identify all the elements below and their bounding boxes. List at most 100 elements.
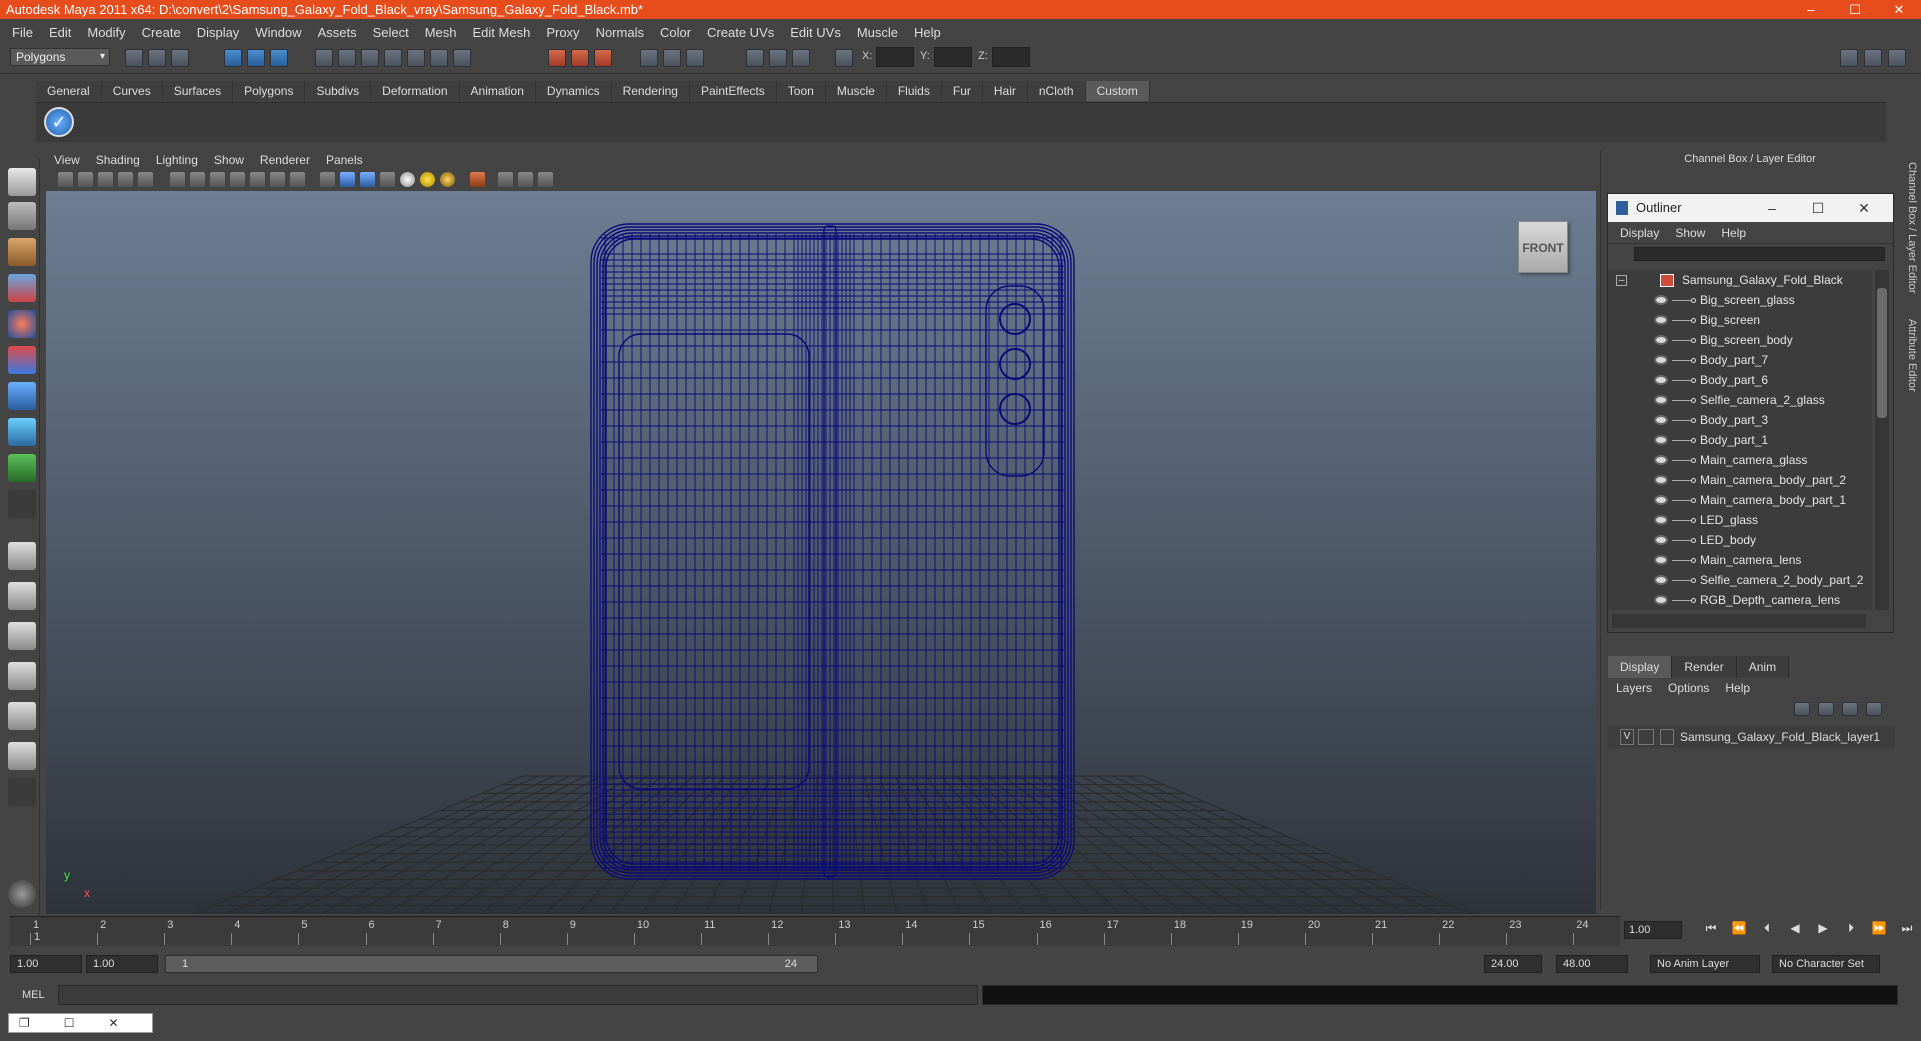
grease-pencil-icon[interactable] [138, 172, 153, 187]
close-icon[interactable]: ✕ [109, 1016, 119, 1030]
go-to-end-icon[interactable]: ⏭ [1896, 921, 1918, 939]
menu-assets[interactable]: Assets [310, 25, 365, 40]
soft-mod-icon[interactable] [8, 418, 36, 446]
y-field[interactable] [934, 47, 972, 67]
outliner-item[interactable]: Big_screen_body [1608, 330, 1872, 350]
shelf-tab-general[interactable]: General [36, 81, 102, 101]
menu-color[interactable]: Color [652, 25, 699, 40]
field-chart-icon[interactable] [250, 172, 265, 187]
mel-label[interactable]: MEL [22, 989, 45, 1001]
snap-surface-icon[interactable] [407, 49, 425, 67]
outliner-item[interactable]: Main_camera_lens [1608, 550, 1872, 570]
outliner-item[interactable]: Main_camera_glass [1608, 450, 1872, 470]
xray-joints-icon[interactable] [518, 172, 533, 187]
shelf-tab-custom[interactable]: Custom [1085, 81, 1150, 101]
shelf-tab-rendering[interactable]: Rendering [611, 81, 690, 101]
panel-menu-shading[interactable]: Shading [88, 150, 148, 170]
select-object-icon[interactable] [247, 49, 265, 67]
minimized-window-bar[interactable]: ❐ ☐ ✕ [8, 1013, 153, 1033]
layer-menu-layers[interactable]: Layers [1608, 678, 1660, 698]
menu-edit-mesh[interactable]: Edit Mesh [465, 25, 539, 40]
image-plane-icon[interactable] [98, 172, 113, 187]
collapse-icon[interactable]: – [1616, 275, 1627, 286]
render-view-icon[interactable] [663, 49, 681, 67]
outliner-menu-show[interactable]: Show [1667, 226, 1713, 240]
outliner-menu-help[interactable]: Help [1713, 226, 1754, 240]
isolate-select-icon[interactable] [470, 172, 485, 187]
history-icon[interactable] [430, 49, 448, 67]
step-back-frame-icon[interactable]: ⏴ [1756, 921, 1778, 939]
wireframe-icon[interactable] [320, 172, 335, 187]
layout-outliner-pane-icon[interactable] [8, 622, 36, 650]
gate-mask-icon[interactable] [230, 172, 245, 187]
layout-single-icon[interactable] [746, 49, 764, 67]
resolution-gate-icon[interactable] [210, 172, 225, 187]
menu-set-dropdown[interactable]: Polygons [10, 48, 110, 66]
layer-tab-display[interactable]: Display [1608, 656, 1673, 678]
paint-select-icon[interactable] [8, 238, 36, 266]
go-to-start-icon[interactable]: ⏮ [1700, 921, 1722, 939]
display-layer-row[interactable]: V Samsung_Galaxy_Fold_Black_layer1 [1608, 726, 1895, 748]
outliner-menu-display[interactable]: Display [1612, 226, 1667, 240]
menu-create-uvs[interactable]: Create UVs [699, 25, 782, 40]
snap-grid-icon[interactable] [315, 49, 333, 67]
save-scene-icon[interactable] [171, 49, 189, 67]
render-settings-icon[interactable] [594, 49, 612, 67]
time-slider[interactable]: 1 2 3 4 5 6 7 8 9 10 11 12 13 14 15 16 17 18 19 20 21 22 23 24 1 [10, 916, 1620, 946]
play-backwards-icon[interactable]: ◀ [1784, 921, 1806, 939]
smooth-shade-icon[interactable] [340, 172, 355, 187]
current-time-marker[interactable]: 1 [34, 931, 40, 943]
input-ops-icon[interactable] [453, 49, 471, 67]
xray-icon[interactable] [498, 172, 513, 187]
panel-menu-view[interactable]: View [46, 150, 88, 170]
panel-menu-show[interactable]: Show [206, 150, 252, 170]
x-field[interactable] [876, 47, 914, 67]
select-hierarchy-icon[interactable] [224, 49, 242, 67]
menu-proxy[interactable]: Proxy [538, 25, 587, 40]
tool-settings-toggle-icon[interactable] [1864, 49, 1882, 67]
side-tab-attribute-editor[interactable]: Attribute Editor [1898, 310, 1918, 400]
outliner-vertical-scrollbar[interactable] [1875, 270, 1889, 610]
move-layer-down-icon[interactable] [1818, 702, 1834, 716]
move-layer-up-icon[interactable] [1794, 702, 1810, 716]
attribute-icon[interactable] [686, 49, 704, 67]
layer-menu-options[interactable]: Options [1660, 678, 1717, 698]
menu-create[interactable]: Create [134, 25, 189, 40]
shelf-tab-subdivs[interactable]: Subdivs [305, 81, 372, 101]
layer-tab-render[interactable]: Render [1672, 656, 1737, 678]
outliner-item[interactable]: Body_part_6 [1608, 370, 1872, 390]
move-tool-icon[interactable] [8, 274, 36, 302]
minimize-button[interactable]: – [1789, 0, 1833, 19]
hand-tool-icon[interactable] [8, 880, 36, 908]
wireframe-on-shaded-icon[interactable] [360, 172, 375, 187]
panel-menu-renderer[interactable]: Renderer [252, 150, 318, 170]
snap-curve-icon[interactable] [338, 49, 356, 67]
layout-single-pane-icon[interactable] [8, 542, 36, 570]
character-set-dropdown[interactable]: No Character Set [1772, 955, 1880, 973]
outliner-item[interactable]: Main_camera_body_part_1 [1608, 490, 1872, 510]
mel-command-input[interactable] [58, 985, 978, 1005]
camera-attributes-icon[interactable] [58, 172, 73, 187]
view-cube-front[interactable]: FRONT [1518, 221, 1568, 273]
rotate-tool-icon[interactable] [8, 310, 36, 338]
shelf-tab-muscle[interactable]: Muscle [825, 81, 887, 101]
menu-mesh[interactable]: Mesh [417, 25, 465, 40]
menu-edit[interactable]: Edit [41, 25, 79, 40]
step-back-key-icon[interactable]: ⏪ [1728, 921, 1750, 939]
shadows-icon[interactable] [440, 172, 455, 187]
menu-muscle[interactable]: Muscle [849, 25, 906, 40]
outliner-close-button[interactable]: ✕ [1841, 194, 1887, 222]
panel-menu-lighting[interactable]: Lighting [148, 150, 206, 170]
step-forward-key-icon[interactable]: ⏩ [1868, 921, 1890, 939]
menu-help[interactable]: Help [906, 25, 949, 40]
select-component-icon[interactable] [270, 49, 288, 67]
grid-icon[interactable] [170, 172, 185, 187]
channel-box-toggle-icon[interactable] [1840, 49, 1858, 67]
layout-four-pane-icon[interactable] [8, 582, 36, 610]
3d-viewport[interactable]: FRONT y x [46, 191, 1596, 914]
snap-plane-icon[interactable] [384, 49, 402, 67]
shelf-tab-curves[interactable]: Curves [101, 81, 163, 101]
render-current-icon[interactable] [548, 49, 566, 67]
2d-pan-zoom-icon[interactable] [118, 172, 133, 187]
layer-menu-help[interactable]: Help [1717, 678, 1758, 698]
